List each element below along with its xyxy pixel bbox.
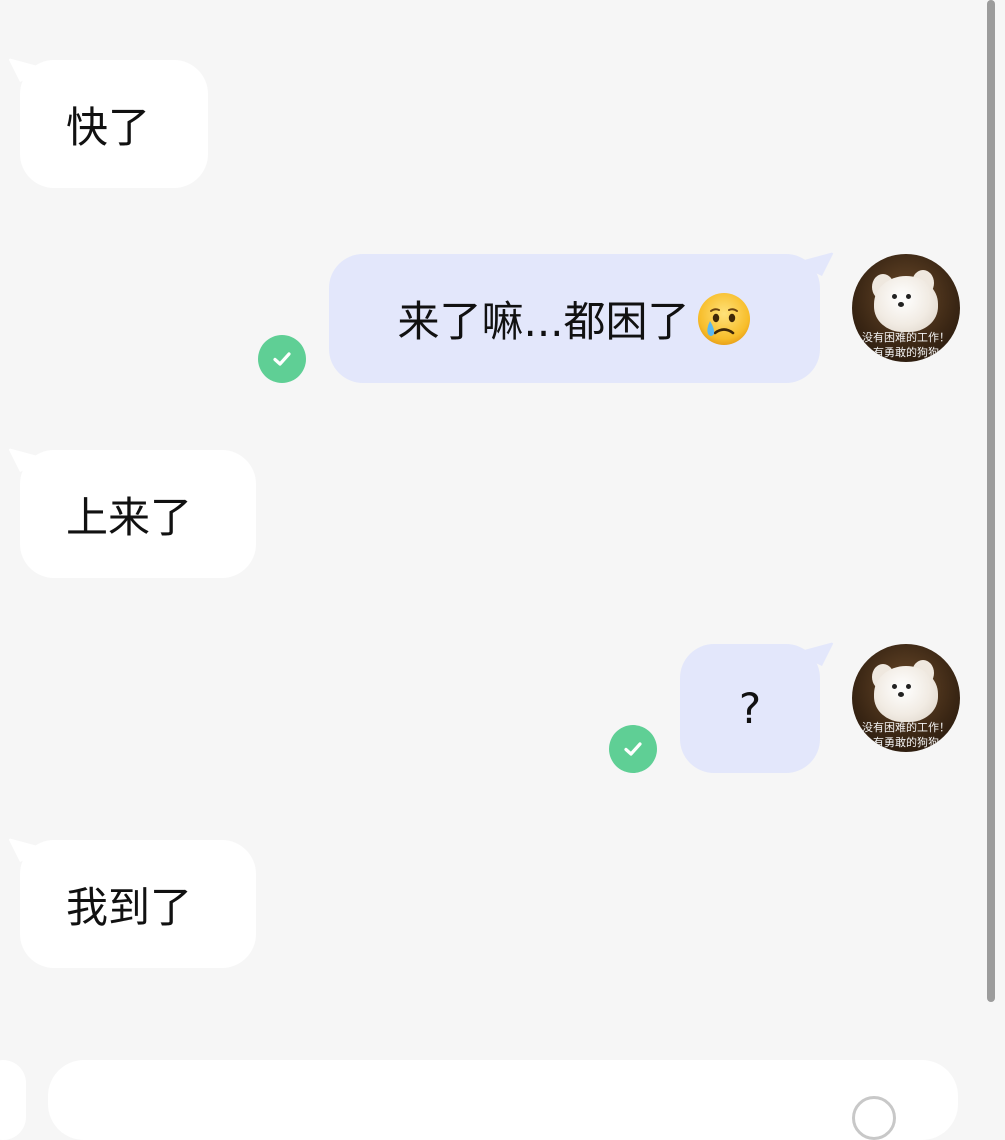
bubble-tail xyxy=(794,642,834,666)
avatar-caption-line1: 没有困难的工作！ xyxy=(862,721,950,734)
bubble-tail xyxy=(8,838,48,862)
incoming-message-bubble[interactable]: 上来了 xyxy=(8,448,256,578)
message-text: ? xyxy=(738,684,762,733)
bubble-tail xyxy=(794,252,834,276)
avatar-caption-line2: 有勇敢的狗狗 xyxy=(873,736,939,749)
outgoing-message-bubble[interactable]: 来了嘛...都困了 xyxy=(329,252,834,383)
dog-eye xyxy=(906,684,911,689)
bubble-tail xyxy=(8,448,48,472)
message-text: 来了嘛...都困了 xyxy=(397,297,690,346)
message-text: 我到了 xyxy=(66,882,193,932)
dog-eye xyxy=(906,294,911,299)
message-text: 快了 xyxy=(66,102,151,152)
bubble-tail xyxy=(8,58,48,82)
avatar-caption-line2: 有勇敢的狗狗 xyxy=(873,346,939,359)
scrollbar[interactable] xyxy=(987,0,995,1002)
message-text: 上来了 xyxy=(66,492,193,542)
dog-nose xyxy=(898,302,904,307)
chat-area: 快了 来了嘛...都困了 没有困难的工作！ 有勇敢的狗狗 上来了 ? 没有困难的… xyxy=(0,0,1005,1140)
delivered-check-icon xyxy=(609,725,657,773)
dog-eye xyxy=(892,684,897,689)
incoming-message-bubble[interactable]: 快了 xyxy=(8,58,208,188)
message-input[interactable] xyxy=(48,1060,958,1140)
emoji-button[interactable] xyxy=(852,1096,896,1140)
crying-face-icon xyxy=(697,292,750,345)
dog-eye xyxy=(892,294,897,299)
voice-toggle-button[interactable] xyxy=(0,1060,26,1140)
dog-head xyxy=(874,666,938,722)
dog-head xyxy=(874,276,938,332)
dog-nose xyxy=(898,692,904,697)
user-avatar[interactable]: 没有困难的工作！ 有勇敢的狗狗 xyxy=(852,254,960,362)
user-avatar[interactable]: 没有困难的工作！ 有勇敢的狗狗 xyxy=(852,644,960,752)
delivered-check-icon xyxy=(258,335,306,383)
avatar-caption-line1: 没有困难的工作！ xyxy=(862,331,950,344)
outgoing-message-bubble[interactable]: ? xyxy=(680,642,834,773)
incoming-message-bubble[interactable]: 我到了 xyxy=(8,838,256,968)
